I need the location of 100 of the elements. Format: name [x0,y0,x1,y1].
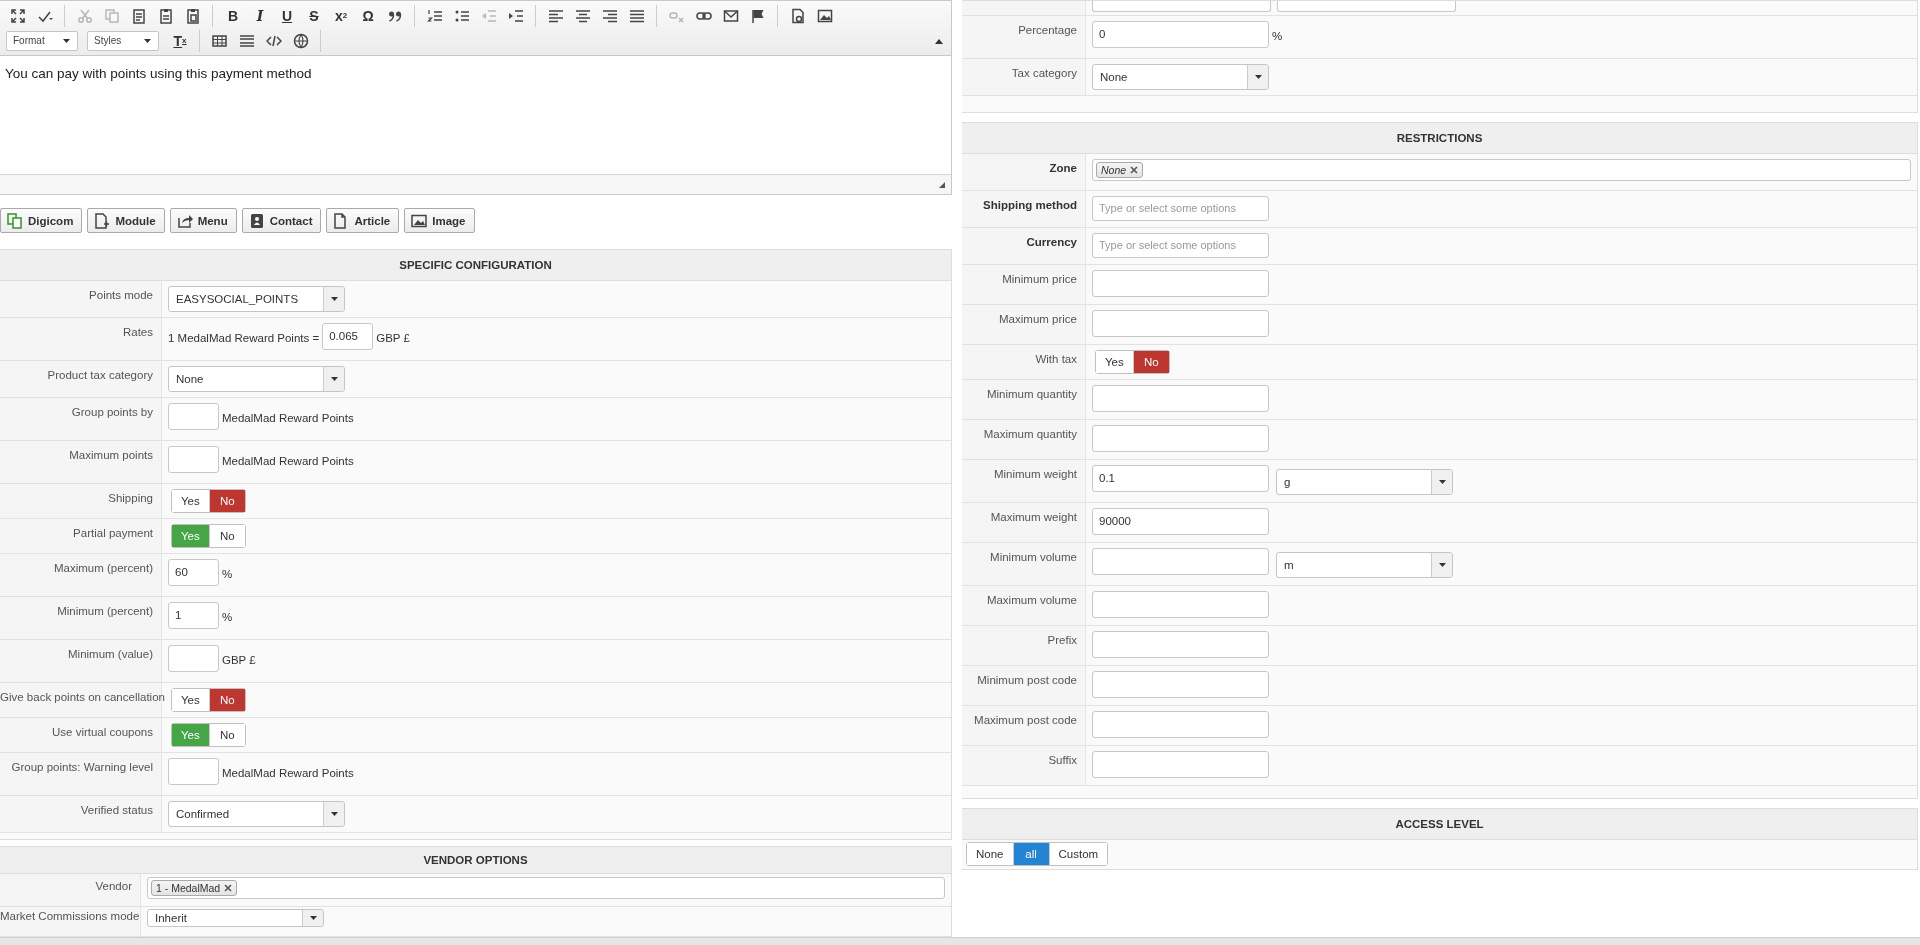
flag-icon [750,7,766,24]
justify-icon [629,7,645,24]
clipboard-icon [158,7,174,24]
envelope-icon [723,7,739,24]
tag-field[interactable]: None [1092,159,1911,181]
field-label: Partial payment [73,527,153,539]
toggle-option[interactable]: None [967,843,1013,865]
caret-icon [329,296,339,302]
toggle-option[interactable]: No [208,689,245,711]
toggle-option[interactable]: all [1012,843,1049,865]
caret-icon [62,37,71,44]
style-dropdown[interactable]: Styles [87,30,159,51]
field-label: Use virtual coupons [52,726,153,738]
input-field[interactable] [1092,591,1269,618]
field-label: Currency [1026,236,1077,248]
field-label: Minimum price [1002,273,1077,285]
select-field[interactable]: Inherit [147,909,324,927]
special-character-button[interactable]: Ω [356,4,380,27]
select-field[interactable]: None [1092,64,1269,90]
input-field[interactable] [1092,385,1269,412]
field-label: Minimum (percent) [57,605,153,617]
field-label: Maximum weight [990,511,1077,523]
input-field[interactable] [1092,751,1269,778]
insert-button[interactable]: Menu [169,208,237,233]
input-field[interactable]: 60 [168,559,219,586]
field-label: Shipping method [983,199,1077,211]
unit-label: MedalMad Reward Points [222,766,354,781]
input-field[interactable]: 0.1 [1092,465,1269,492]
toggle-option[interactable]: Yes [172,689,209,711]
insert-button[interactable]: Article [326,208,400,233]
editor-text: You can pay with points using this payment method [5,66,313,81]
select-field[interactable] [1277,1,1456,12]
bold-button[interactable]: B [221,4,245,27]
tag-chip[interactable]: None [1096,162,1144,178]
style-dropdown[interactable]: Format [6,30,78,51]
input-field[interactable] [1092,270,1269,297]
caret-icon [1253,74,1263,80]
select-field[interactable]: g [1276,469,1453,495]
field-label: Prefix [1047,634,1077,646]
field-label: Vendor [95,880,132,892]
input-field[interactable] [1092,548,1269,575]
align-right-icon [602,7,618,24]
select-field[interactable]: Confirmed [168,801,345,827]
align-left-icon [548,7,564,24]
contact-card-icon [248,212,265,229]
section-header: SPECIFIC CONFIGURATION [0,250,951,281]
input-field[interactable]: 0.065 [322,323,374,350]
remove-icon [224,884,233,892]
insert-button[interactable]: Module [87,208,165,233]
field-label: Maximum quantity [983,428,1077,440]
select-field[interactable]: m [1276,552,1453,578]
section-header: ACCESS LEVEL [962,809,1917,840]
insert-button[interactable]: Image [404,208,475,233]
select-field[interactable]: None [168,366,345,392]
unit-label: % [222,610,233,625]
superscript-button[interactable]: x$^{2}$ [329,4,353,27]
input-field[interactable] [1092,671,1269,698]
input-field[interactable]: 0 [1092,21,1269,48]
field-label: Group points by [71,406,153,418]
document-plus-icon [94,212,111,229]
underline-button[interactable]: U [275,4,299,27]
input-field[interactable] [1092,310,1269,337]
strikethrough-button[interactable]: S [302,4,326,27]
input-field[interactable] [1092,631,1269,658]
toggle-option[interactable]: No [208,490,245,512]
input-field[interactable] [168,758,219,785]
insert-button[interactable]: Contact [241,208,322,233]
toggle-option[interactable]: No [208,724,245,746]
toggle-option[interactable]: Custom [1048,843,1108,865]
input-field[interactable]: 90000 [1092,508,1269,535]
indent-icon [508,7,524,24]
select-field[interactable]: EASYSOCIAL_POINTS [168,286,345,312]
input-field[interactable] [168,446,219,473]
field-label: Minimum quantity [986,388,1077,400]
unit-label: GBP £ [222,653,256,668]
horizontal-rule-icon [239,32,255,49]
document-icon [790,7,806,24]
input-field[interactable] [168,645,219,672]
toggle-option[interactable]: No [208,525,245,547]
share-icon [176,212,193,229]
copy-icon [104,7,120,24]
input-field[interactable] [1092,711,1269,738]
input-field[interactable]: 1 [168,602,219,629]
italic-button[interactable]: I [248,4,272,27]
outdent-icon [481,7,497,24]
input-field[interactable] [168,403,219,430]
tag-chip[interactable]: 1 - MedalMad [151,880,238,896]
toggle-option[interactable]: Yes [172,490,209,512]
unit-label: GBP £ [376,331,410,346]
field-label: Maximum volume [986,594,1077,606]
toggle-option[interactable]: Yes [1096,351,1133,373]
field-label: Maximum (percent) [53,562,153,574]
field-label: Product tax category [47,369,153,381]
numbered-list-icon [427,7,443,24]
tag-field[interactable]: 1 - MedalMad [147,877,945,899]
insert-button[interactable]: Digicom [0,208,83,233]
input-field[interactable] [1092,425,1269,452]
clipboard-icon [185,7,201,24]
toggle-option[interactable]: No [1132,351,1169,373]
input-field[interactable] [1092,1,1271,12]
